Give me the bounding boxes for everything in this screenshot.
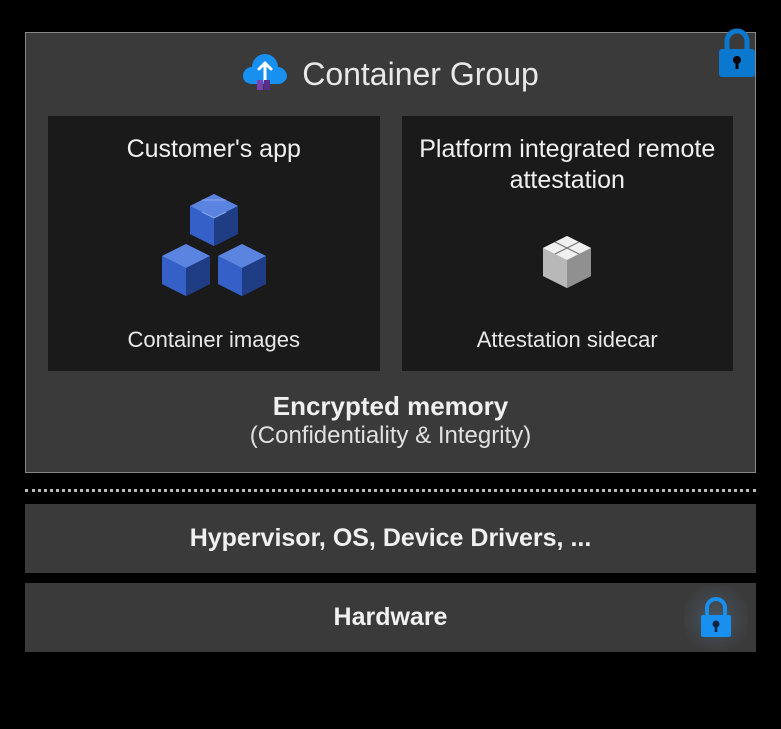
cloud-upload-icon	[242, 51, 288, 98]
lock-icon	[713, 27, 761, 84]
customer-app-title: Customer's app	[127, 134, 301, 165]
encrypted-memory-subtitle: (Confidentiality & Integrity)	[48, 422, 733, 450]
customer-app-box: Customer's app	[48, 116, 380, 371]
attestation-footer: Attestation sidecar	[477, 327, 658, 353]
customer-app-footer: Container images	[128, 327, 300, 353]
attestation-box: Platform integrated remote attestation A…	[402, 116, 734, 371]
encrypted-memory-title: Encrypted memory	[48, 391, 733, 422]
container-group-title: Container Group	[302, 56, 539, 93]
hardware-label: Hardware	[334, 603, 448, 631]
hypervisor-layer: Hypervisor, OS, Device Drivers, ...	[25, 504, 756, 573]
container-boxes-row: Customer's app	[48, 116, 733, 371]
attestation-sidecar-icon	[537, 205, 597, 320]
container-group-panel: Container Group Customer's app	[25, 32, 756, 473]
lock-icon	[684, 586, 748, 650]
hypervisor-label: Hypervisor, OS, Device Drivers, ...	[190, 524, 592, 552]
encrypted-memory-section: Encrypted memory (Confidentiality & Inte…	[48, 391, 733, 450]
container-images-icon	[149, 173, 279, 319]
attestation-title: Platform integrated remote attestation	[416, 134, 720, 197]
hardware-layer: Hardware	[25, 583, 756, 652]
separator-dotted	[25, 489, 756, 492]
container-group-header: Container Group	[48, 51, 733, 98]
